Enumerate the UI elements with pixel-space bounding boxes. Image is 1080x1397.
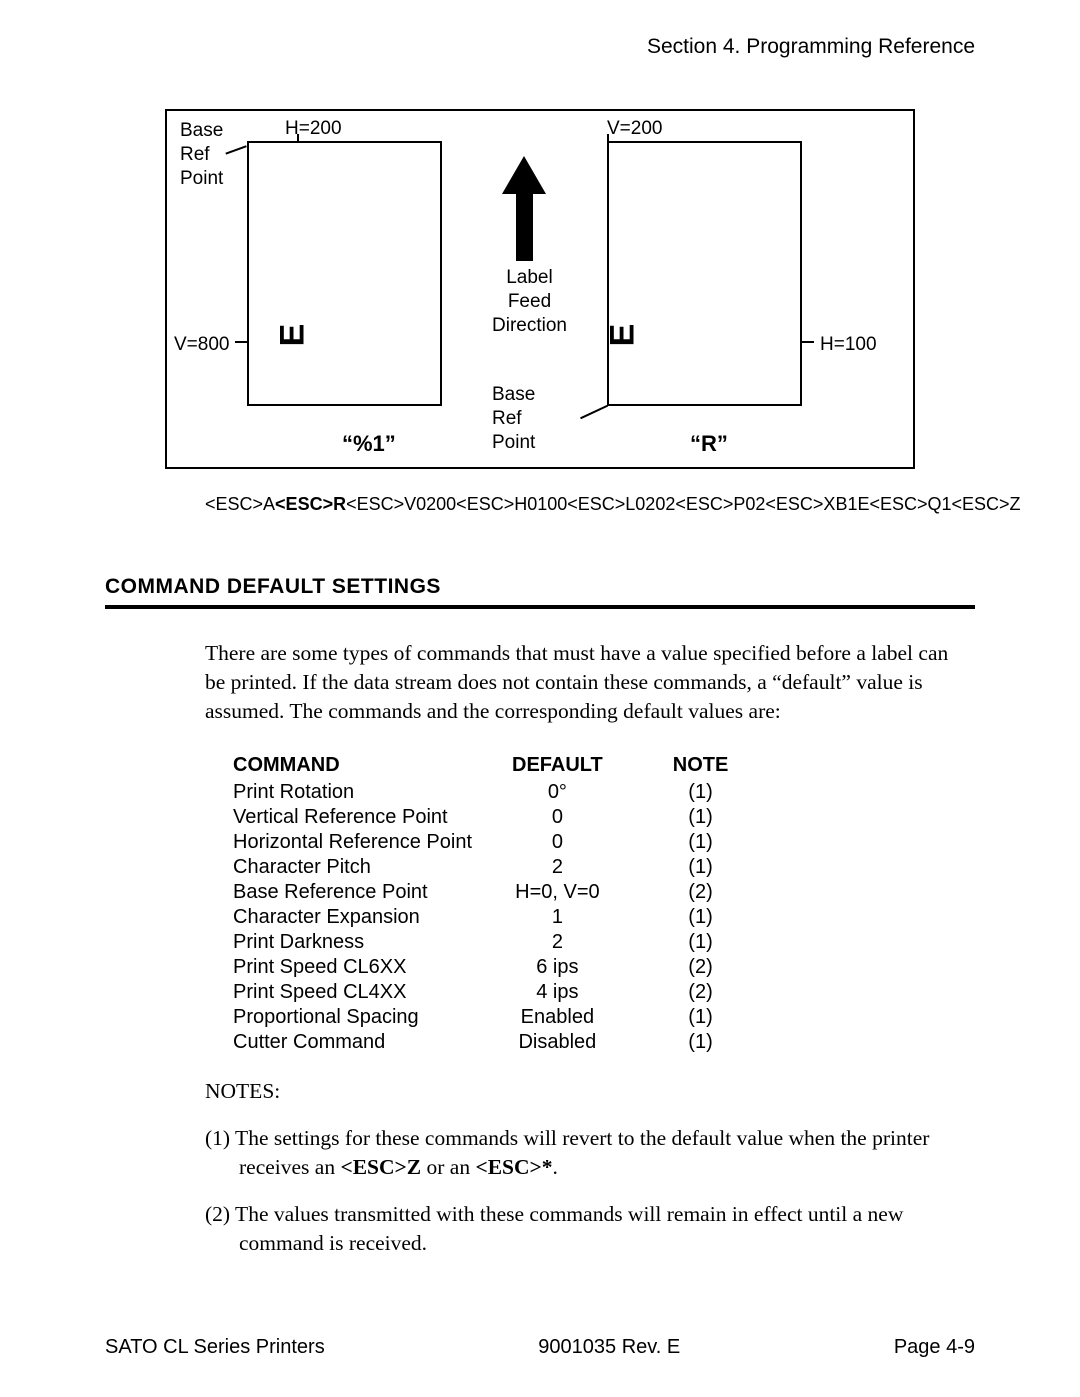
notes-label: NOTES: [205,1079,975,1104]
code-part: <ESC>A [205,494,275,514]
col-command: COMMAND [233,754,512,780]
note-text: . [553,1155,558,1179]
cell: Print Speed CL4XX [233,980,512,1005]
cell: Character Expansion [233,905,512,930]
section-title: COMMAND DEFAULT SETTINGS [105,575,975,609]
table-row: Character Pitch2(1) [233,855,768,880]
base-ref-label-1: Base Ref Point [180,119,223,190]
table-row: Cutter CommandDisabled(1) [233,1030,768,1055]
base-ref-label-2: Base Ref Point [492,383,535,454]
e-glyph-left: E [273,325,312,347]
note-bold: <ESC>* [475,1155,552,1179]
cell: 2 [512,855,673,880]
cell: (1) [673,905,769,930]
cell: Horizontal Reference Point [233,830,512,855]
col-note: NOTE [673,754,769,780]
page-footer: SATO CL Series Printers 9001035 Rev. E P… [105,1336,975,1359]
arrow-shaft [516,191,533,261]
footer-right: Page 4-9 [894,1336,975,1359]
cell: Base Reference Point [233,880,512,905]
label-feed-label: Label Feed Direction [492,266,567,337]
note-bold: <ESC>Z [340,1155,421,1179]
cell: (1) [673,780,769,805]
arrow-head [502,156,546,194]
cell: (2) [673,880,769,905]
cell: Disabled [512,1030,673,1055]
cell: Vertical Reference Point [233,805,512,830]
table-row: Proportional SpacingEnabled(1) [233,1005,768,1030]
e-glyph-right: E [603,325,642,347]
esc-code-line: <ESC>A<ESC>R<ESC>V0200<ESC>H0100<ESC>L02… [205,494,975,515]
cell: 0 [512,805,673,830]
code-part: <ESC>V0200<ESC>H0100<ESC>L0202<ESC>P02<E… [346,494,1020,514]
connector-line [802,341,814,343]
defaults-table: COMMAND DEFAULT NOTE Print Rotation0°(1)… [233,754,768,1055]
cell: (1) [673,855,769,880]
note-text: (1) The settings for these commands will… [205,1126,929,1179]
cell: H=0, V=0 [512,880,673,905]
left-title: “%1” [342,431,396,457]
table-row: Vertical Reference Point0(1) [233,805,768,830]
cell: (2) [673,955,769,980]
note-2: (2) The values transmitted with these co… [205,1200,935,1258]
cell: (1) [673,1005,769,1030]
connector-line [580,405,608,419]
table-row: Print Speed CL4XX4 ips(2) [233,980,768,1005]
h100-label: H=100 [820,333,877,357]
v200-label: V=200 [607,117,662,141]
intro-paragraph: There are some types of commands that mu… [205,639,965,726]
cell: (1) [673,830,769,855]
cell: Print Darkness [233,930,512,955]
table-row: Print Speed CL6XX6 ips(2) [233,955,768,980]
v800-label: V=800 [174,333,229,357]
cell: 1 [512,905,673,930]
cell: Print Speed CL6XX [233,955,512,980]
cell: Cutter Command [233,1030,512,1055]
table-row: Print Rotation0°(1) [233,780,768,805]
diagram-container: E E Base Ref Point H=200 V=200 Label Fee… [165,109,915,469]
note-1: (1) The settings for these commands will… [205,1124,935,1182]
footer-center: 9001035 Rev. E [538,1336,680,1359]
footer-left: SATO CL Series Printers [105,1336,325,1359]
cell: Proportional Spacing [233,1005,512,1030]
table-header-row: COMMAND DEFAULT NOTE [233,754,768,780]
cell: 6 ips [512,955,673,980]
cell: (1) [673,930,769,955]
right-title: “R” [690,431,728,457]
table-row: Horizontal Reference Point0(1) [233,830,768,855]
note-text: or an [421,1155,475,1179]
connector-line [225,145,246,154]
col-default: DEFAULT [512,754,673,780]
connector-line [235,341,247,343]
cell: Print Rotation [233,780,512,805]
cell: (2) [673,980,769,1005]
table-row: Print Darkness2(1) [233,930,768,955]
cell: (1) [673,1030,769,1055]
cell: Enabled [512,1005,673,1030]
table-row: Base Reference PointH=0, V=0(2) [233,880,768,905]
page-section-header: Section 4. Programming Reference [105,35,975,59]
cell: 2 [512,930,673,955]
cell: (1) [673,805,769,830]
h200-label: H=200 [285,117,342,141]
left-rect [247,141,442,406]
cell: 0° [512,780,673,805]
cell: 4 ips [512,980,673,1005]
code-bold: <ESC>R [275,494,346,514]
table-row: Character Expansion1(1) [233,905,768,930]
cell: Character Pitch [233,855,512,880]
right-rect [607,141,802,406]
cell: 0 [512,830,673,855]
